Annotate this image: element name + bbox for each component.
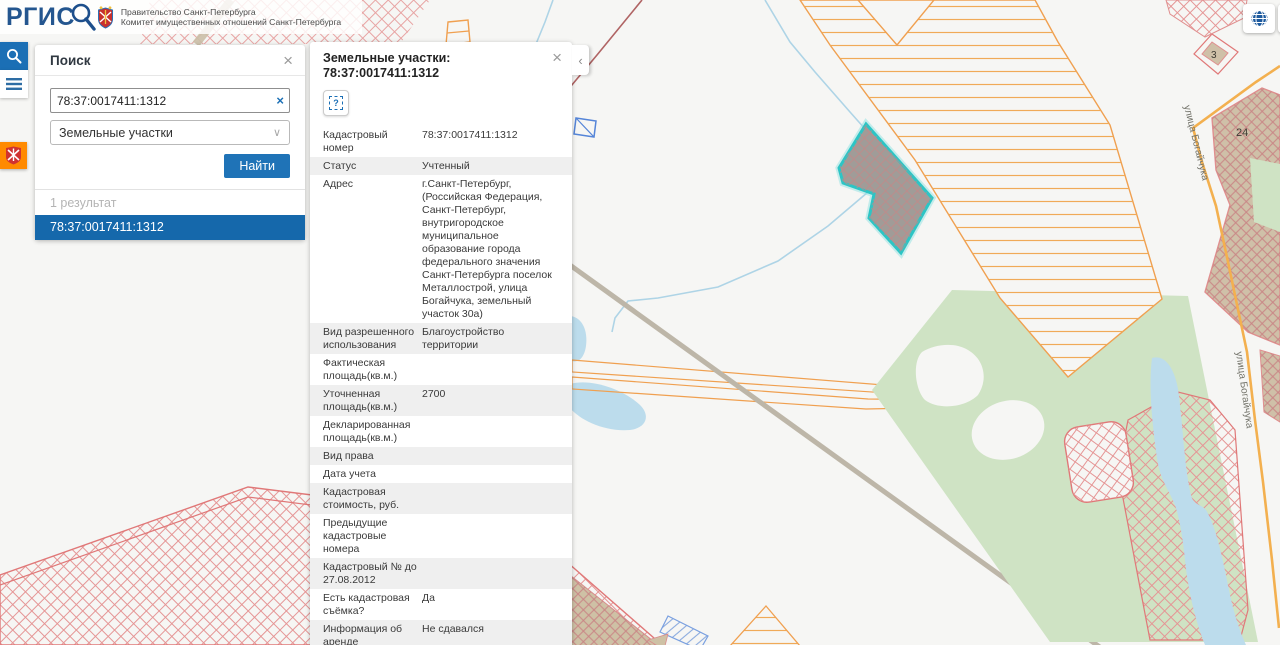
table-row: Адрес г.Санкт-Петербург, (Российская Фед… [310, 175, 572, 323]
details-panel-title: Земельные участки: 78:37:0017411:1312 [323, 51, 551, 81]
table-row: Предыдущие кадастровые номера [310, 514, 572, 558]
clear-input-icon[interactable]: × [276, 93, 284, 108]
details-panel-close-icon[interactable]: × [552, 51, 562, 65]
attributes-table: Кадастровый номер 78:37:0017411:1312 Ста… [310, 126, 572, 645]
table-row: Есть кадастровая съёмка? Да [310, 589, 572, 620]
table-row: Кадастровая стоимость, руб. [310, 483, 572, 514]
results-count: 1 результат [35, 189, 305, 215]
zoom-to-extent-button[interactable]: ? [323, 90, 349, 116]
emblem-tool-button[interactable] [0, 142, 27, 169]
search-panel-header: Поиск × [35, 45, 305, 76]
building-label-3: 3 [1211, 50, 1217, 61]
government-line1: Правительство Санкт-Петербурга [121, 7, 341, 18]
chevron-down-icon: ∨ [273, 126, 281, 139]
search-icon [6, 48, 22, 64]
search-category-value: Земельные участки [59, 126, 173, 140]
table-row: Вид права [310, 447, 572, 465]
app-root: 24 3 улица Богайчука улица Богайчука [0, 0, 1280, 645]
rgis-logo[interactable]: РГИС [0, 2, 75, 32]
search-category-select[interactable]: Земельные участки ∨ [50, 120, 290, 145]
table-row: Вид разрешенного использования Благоустр… [310, 323, 572, 354]
table-row: Кадастровый номер 78:37:0017411:1312 [310, 126, 572, 157]
search-panel-body: × Земельные участки ∨ Найти [35, 76, 305, 178]
spb-coat-of-arms-icon [97, 6, 114, 29]
layers-menu-button[interactable] [0, 70, 28, 98]
table-row: Декларированная площадь(кв.м.) [310, 416, 572, 447]
extent-question-icon: ? [329, 96, 343, 110]
government-line2: Комитет имущественных отношений Санкт-Пе… [121, 17, 341, 28]
search-tool-button[interactable] [0, 42, 28, 70]
search-input[interactable] [50, 88, 290, 113]
spb-arms-small-icon [5, 146, 22, 165]
table-row: Кадастровый № до 27.08.2012 [310, 558, 572, 589]
table-row: Уточненная площадь(кв.м.) 2700 [310, 385, 572, 416]
app-header: РГИС Правительство Санкт-Петербурга Коми… [0, 0, 362, 34]
government-caption: Правительство Санкт-Петербурга Комитет и… [121, 7, 341, 28]
table-row: Статус Учтенный [310, 157, 572, 175]
base-map-globe-button[interactable] [1243, 4, 1275, 33]
details-panel-header: Земельные участки: 78:37:0017411:1312 × [310, 42, 572, 85]
result-item[interactable]: 78:37:0017411:1312 [35, 215, 305, 240]
search-panel-close-icon[interactable]: × [283, 54, 293, 68]
search-panel: Поиск × × Земельные участки ∨ Найти 1 ре… [35, 45, 305, 240]
search-panel-title: Поиск [50, 53, 91, 68]
table-row: Фактическая площадь(кв.м.) [310, 354, 572, 385]
table-row: Дата учета [310, 465, 572, 483]
details-panel-collapse-button[interactable]: ‹ [572, 45, 589, 75]
building-label-24: 24 [1236, 127, 1248, 139]
globe-icon [1250, 9, 1269, 28]
rgis-logo-text: РГИС [6, 3, 75, 31]
logo-magnifier-icon [68, 3, 98, 33]
parcel-details-panel: Земельные участки: 78:37:0017411:1312 × … [310, 42, 572, 645]
details-panel-tools: ? [310, 85, 572, 126]
table-row: Информация об аренде Не сдавался [310, 620, 572, 645]
find-button[interactable]: Найти [224, 154, 290, 178]
hamburger-menu-icon [6, 77, 22, 91]
